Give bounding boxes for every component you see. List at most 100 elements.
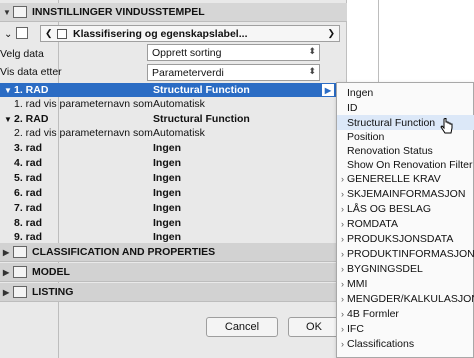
window-stamp-icon	[13, 6, 27, 18]
menu-item[interactable]: › PRODUKSJONSDATA	[337, 231, 474, 246]
chevron-right-icon: ›	[341, 278, 344, 289]
dropdown-arrow-icon[interactable]: ▶	[322, 84, 334, 96]
menu-item-label: Renovation Status	[347, 144, 433, 157]
menu-item-label: 4B Formler	[347, 307, 399, 320]
menu-item[interactable]: › 4B Formler	[337, 306, 474, 321]
section-header-classification[interactable]: ▶ CLASSIFICATION AND PROPERTIES	[0, 243, 347, 262]
menu-item[interactable]: Renovation Status	[337, 143, 474, 158]
row-value: Ingen	[153, 202, 181, 214]
chevron-right-icon: ›	[341, 248, 344, 259]
section-title: LISTING	[32, 286, 74, 298]
table-row[interactable]: ▼ 2. RAD Structural Function	[0, 112, 347, 126]
table-row[interactable]: 3. rad Ingen	[0, 141, 347, 155]
section-header-listing[interactable]: ▶ LISTING	[0, 283, 347, 302]
velg-data-select[interactable]: Opprett sorting ⬍	[147, 44, 320, 61]
menu-item-label: Ingen	[347, 86, 374, 99]
menu-item[interactable]: › GENERELLE KRAV	[337, 171, 474, 186]
panel-selector[interactable]: ⌄ ❮ Klassifisering og egenskapslabel... …	[0, 23, 347, 45]
chevron-updown-icon: ⬍	[308, 66, 316, 76]
table-row[interactable]: 6. rad Ingen	[0, 186, 347, 200]
row-label: 7. rad	[14, 202, 43, 214]
menu-item-label: MENGDER/KALKULASJON	[347, 292, 474, 305]
chevron-right-icon[interactable]: ❯	[327, 28, 335, 39]
chevron-right-icon: ›	[341, 203, 344, 214]
menu-item[interactable]: › SKJEMAINFORMASJON	[337, 186, 474, 201]
chevron-right-icon: ›	[341, 173, 344, 184]
menu-item-label: MMI	[347, 277, 368, 290]
vis-data-label: Vis data etter	[0, 66, 62, 78]
table-row[interactable]: 9. rad Ingen	[0, 230, 347, 244]
chevron-updown-icon: ⬍	[308, 46, 316, 56]
chevron-right-icon: ›	[341, 293, 344, 304]
menu-item[interactable]: › Classifications	[337, 336, 474, 351]
menu-item[interactable]: › MMI	[337, 276, 474, 291]
row-value: Structural Function	[153, 113, 250, 125]
tag-icon	[57, 29, 67, 39]
row-value: Ingen	[153, 217, 181, 229]
table-row[interactable]: 1. rad vis parameternavn som Automatisk	[0, 97, 347, 111]
row-label: 4. rad	[14, 157, 43, 169]
velg-data-label: Velg data	[0, 48, 44, 60]
panel-dropdown-label: Klassifisering og egenskapslabel...	[73, 27, 248, 40]
menu-item[interactable]: › IFC	[337, 321, 474, 336]
cancel-button[interactable]: Cancel	[206, 317, 278, 337]
vis-data-select[interactable]: Parameterverdi ⬍	[147, 64, 320, 81]
row-value: Ingen	[153, 172, 181, 184]
menu-item-label: BYGNINGSDEL	[347, 262, 423, 275]
table-row[interactable]: 4. rad Ingen	[0, 156, 347, 170]
menu-item-label: PRODUKSJONSDATA	[347, 232, 454, 245]
menu-item[interactable]: ID	[337, 100, 474, 115]
section-header-window-stamp[interactable]: ▼ INNSTILLINGER VINDUSSTEMPEL	[0, 3, 347, 22]
menu-item-label: Structural Function	[347, 116, 436, 129]
collapse-triangle-icon[interactable]: ▼	[4, 115, 12, 124]
chevron-left-icon[interactable]: ❮	[45, 28, 53, 39]
chevron-right-icon: ›	[341, 338, 344, 349]
collapse-triangle-icon[interactable]: ▼	[3, 8, 13, 17]
expand-triangle-icon[interactable]: ▶	[3, 248, 13, 257]
row-value: Automatisk	[153, 127, 205, 139]
section-title: MODEL	[32, 266, 70, 278]
table-row[interactable]: 2. rad vis parameternavn som Automatisk	[0, 126, 347, 140]
row-label: 2. rad vis parameternavn som	[14, 127, 153, 139]
table-row[interactable]: 8. rad Ingen	[0, 216, 347, 230]
table-row[interactable]: 7. rad Ingen	[0, 201, 347, 215]
classification-icon	[13, 246, 27, 258]
row-value: Automatisk	[153, 98, 205, 110]
expand-triangle-icon[interactable]: ▶	[3, 288, 13, 297]
menu-item[interactable]: › ROMDATA	[337, 216, 474, 231]
menu-item-label: Position	[347, 130, 385, 143]
menu-item[interactable]: Show On Renovation Filter	[337, 157, 474, 172]
menu-item-label: ROMDATA	[347, 217, 398, 230]
menu-item[interactable]: › MENGDER/KALKULASJON	[337, 291, 474, 306]
chevron-down-icon[interactable]: ⌄	[4, 29, 12, 40]
row-label: 6. rad	[14, 187, 43, 199]
menu-item[interactable]: Ingen	[337, 85, 474, 100]
menu-item-label: ID	[347, 101, 358, 114]
row-value: Ingen	[153, 157, 181, 169]
table-row[interactable]: 5. rad Ingen	[0, 171, 347, 185]
section-title: INNSTILLINGER VINDUSSTEMPEL	[32, 6, 205, 18]
section-header-model[interactable]: ▶ MODEL	[0, 263, 347, 282]
row-label: 9. rad	[14, 231, 43, 243]
chevron-right-icon: ›	[341, 233, 344, 244]
row-label: 2. RAD	[14, 113, 49, 125]
table-row[interactable]: ▼ 1. RAD Structural Function ▶	[0, 83, 347, 97]
menu-item[interactable]: › BYGNINGSDEL	[337, 261, 474, 276]
menu-item[interactable]: › PRODUKTINFORMASJON	[337, 246, 474, 261]
listing-icon	[13, 286, 27, 298]
row-label: 5. rad	[14, 172, 43, 184]
expand-triangle-icon[interactable]: ▶	[3, 268, 13, 277]
row-value: Ingen	[153, 187, 181, 199]
menu-item[interactable]: › LÅS OG BESLAG	[337, 201, 474, 216]
menu-item-label: Classifications	[347, 337, 415, 350]
panel-dropdown[interactable]: ❮ Klassifisering og egenskapslabel... ❯	[40, 25, 340, 42]
section-title: CLASSIFICATION AND PROPERTIES	[32, 246, 216, 258]
menu-item-label: PRODUKTINFORMASJON	[347, 247, 474, 260]
chevron-right-icon: ›	[341, 308, 344, 319]
ok-button[interactable]: OK	[288, 317, 340, 337]
chevron-right-icon: ›	[341, 323, 344, 334]
row-value: Ingen	[153, 231, 181, 243]
collapse-triangle-icon[interactable]: ▼	[4, 86, 12, 95]
model-icon	[13, 266, 27, 278]
row-value: Structural Function	[153, 84, 250, 96]
